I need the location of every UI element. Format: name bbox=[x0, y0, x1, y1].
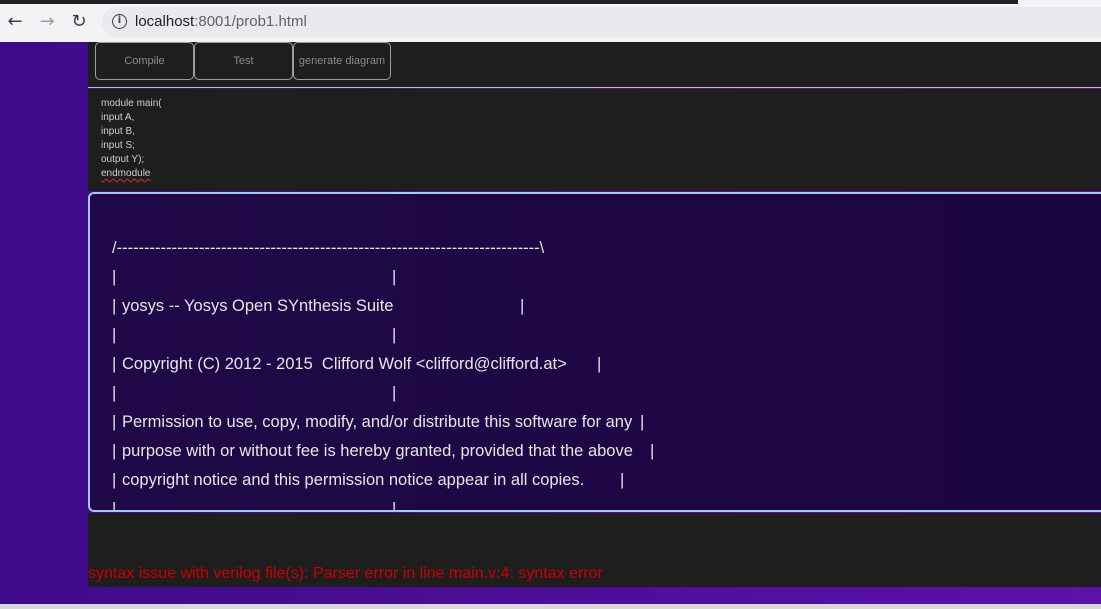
site-info-icon[interactable]: i bbox=[112, 14, 127, 29]
error-message: syntax issue with verilog file(s): Parse… bbox=[88, 565, 603, 582]
url-host: localhost bbox=[135, 13, 195, 30]
output-permission-line-1: Permission to use, copy, modify, and/or … bbox=[122, 413, 633, 431]
browser-toolbar: ← → ↻ i localhost:8001/prob1.html bbox=[0, 0, 1101, 42]
output-border-left: | bbox=[112, 442, 117, 460]
output-title: yosys -- Yosys Open SYnthesis Suite bbox=[122, 297, 393, 316]
output-border-left: | bbox=[112, 297, 117, 315]
output-header-border: /---------------------------------------… bbox=[112, 239, 545, 257]
generate-diagram-button[interactable]: generate diagram bbox=[293, 42, 391, 80]
output-border-mid: | bbox=[392, 500, 397, 512]
output-border-left: | bbox=[112, 355, 117, 373]
output-border-left: | bbox=[112, 326, 117, 344]
code-line: input B, bbox=[101, 126, 135, 137]
output-title-text: yosys -- Yosys Open SYnthesis Suite bbox=[122, 297, 394, 315]
compile-button[interactable]: Compile bbox=[95, 42, 194, 80]
output-border-right: | bbox=[520, 297, 525, 315]
code-line: module main( bbox=[101, 98, 162, 109]
output-border-left: | bbox=[112, 471, 117, 489]
output-border-mid: | bbox=[392, 326, 397, 344]
url-path: :8001/prob1.html bbox=[194, 13, 307, 30]
error-panel: syntax issue with verilog file(s): Parse… bbox=[88, 513, 1101, 587]
page-bottom-edge bbox=[0, 604, 1101, 609]
output-border-mid: | bbox=[392, 384, 397, 402]
output-border-right: | bbox=[597, 355, 602, 373]
synthesis-output[interactable]: /---------------------------------------… bbox=[88, 192, 1101, 512]
output-copyright: Copyright (C) 2012 - 2015 Clifford Wolf … bbox=[122, 355, 567, 373]
output-permission-line-3: copyright notice and this permission not… bbox=[122, 471, 585, 489]
url-text[interactable]: localhost:8001/prob1.html bbox=[135, 13, 307, 30]
code-editor[interactable]: module main( input A, input B, input S; … bbox=[88, 89, 1101, 191]
output-permission-line-2: purpose with or without fee is hereby gr… bbox=[122, 442, 633, 460]
code-line: endmodule bbox=[101, 168, 151, 179]
code-line: input A, bbox=[101, 112, 135, 123]
forward-arrow-icon[interactable]: → bbox=[36, 12, 58, 32]
output-border-right: | bbox=[620, 471, 625, 489]
output-border-left: | bbox=[112, 268, 117, 286]
code-line: input S; bbox=[101, 140, 135, 151]
tab-strip bbox=[0, 0, 1018, 4]
back-arrow-icon[interactable]: ← bbox=[4, 12, 26, 32]
reload-icon[interactable]: ↻ bbox=[68, 12, 90, 32]
action-toolbar: Compile Test generate diagram bbox=[88, 42, 1101, 88]
code-line: output Y); bbox=[101, 154, 145, 165]
address-bar[interactable]: i localhost:8001/prob1.html bbox=[102, 7, 1101, 37]
output-border-mid: | bbox=[392, 268, 397, 286]
code-text[interactable]: module main( input A, input B, input S; … bbox=[101, 97, 162, 181]
test-button[interactable]: Test bbox=[194, 42, 293, 80]
output-border-right: | bbox=[640, 413, 645, 431]
output-border-left: | bbox=[112, 500, 117, 512]
output-border-right: | bbox=[650, 442, 655, 460]
output-border-left: | bbox=[112, 384, 117, 402]
output-border-left: | bbox=[112, 413, 117, 431]
